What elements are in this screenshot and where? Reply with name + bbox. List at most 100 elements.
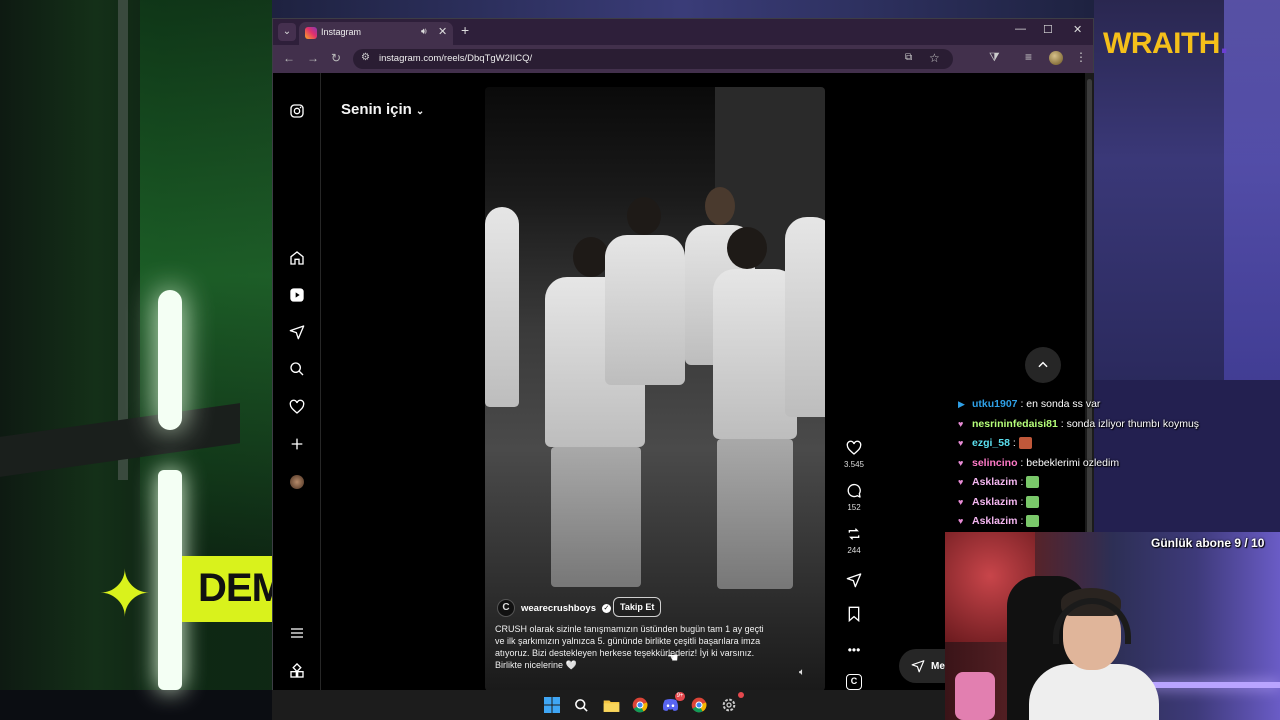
close-window-button[interactable]: ✕ xyxy=(1073,23,1082,36)
menu-kebab-icon[interactable]: ⋮ xyxy=(1075,50,1087,64)
chat-username[interactable]: ezgi_58 xyxy=(972,437,1010,449)
more-menu-icon[interactable] xyxy=(285,621,309,645)
light-tube xyxy=(158,290,182,430)
chat-badge-icon: ♥ xyxy=(958,496,964,507)
install-app-icon[interactable]: ⧉ xyxy=(905,52,912,63)
author-avatar[interactable]: C xyxy=(497,599,515,617)
reel-caption[interactable]: CRUSH olarak sizinle tanışmamızın üstünd… xyxy=(495,623,775,671)
tab-search-dropdown[interactable]: ⌄ xyxy=(278,23,296,41)
forward-button[interactable]: → xyxy=(307,51,319,65)
chat-username[interactable]: utku1907 xyxy=(972,398,1018,410)
share-icon[interactable] xyxy=(839,571,869,589)
also-from-meta-icon[interactable] xyxy=(285,659,309,683)
chat-text: bebeklerimi ozledim xyxy=(1026,456,1120,469)
close-tab-icon[interactable]: ✕ xyxy=(438,25,447,38)
share-action[interactable] xyxy=(839,571,869,589)
audio-toggle-icon[interactable]: 🔈︎ xyxy=(799,667,805,678)
profile-avatar-icon[interactable] xyxy=(285,470,309,494)
chat-badge-icon: ♥ xyxy=(958,438,964,448)
new-tab-button[interactable]: + xyxy=(461,22,469,38)
reel-video[interactable]: C wearecrushboys ✓ Takip Et CRUSH olarak… xyxy=(485,87,825,691)
reading-list-icon[interactable]: ≡ xyxy=(1025,50,1032,64)
reels-icon[interactable] xyxy=(285,283,309,307)
chat-badge-icon: ♥ xyxy=(958,457,964,468)
tab-title: Instagram xyxy=(321,27,362,37)
streamer-torso xyxy=(1029,664,1159,720)
bookmark-star-icon[interactable]: ☆ xyxy=(929,51,940,65)
chat-emote-icon xyxy=(1026,476,1040,489)
chat-badge-icon: ▶ xyxy=(958,399,965,409)
url-text[interactable]: instagram.com/reels/DbqTgW2IICQ/ xyxy=(379,53,532,64)
repost-action[interactable]: 244 xyxy=(839,525,869,555)
author-username[interactable]: wearecrushboys xyxy=(521,603,596,614)
save-action[interactable] xyxy=(839,605,869,623)
create-plus-icon[interactable] xyxy=(285,432,309,456)
follow-button[interactable]: Takip Et xyxy=(613,597,662,617)
brand-logo: WRAITH. xyxy=(1103,27,1228,60)
discord-icon[interactable]: 9+ xyxy=(660,692,685,715)
video-figure xyxy=(785,217,825,417)
banner-text: DEMİ xyxy=(182,556,272,622)
back-button[interactable]: ← xyxy=(283,51,295,65)
desk-figurine xyxy=(955,672,995,720)
audio-thumbnail[interactable]: C xyxy=(839,673,869,691)
chat-text: en sonda ss var xyxy=(1026,398,1101,410)
instagram-sidebar xyxy=(273,73,321,691)
chat-badge-icon: ♥ xyxy=(958,516,964,526)
heart-icon[interactable] xyxy=(839,439,869,457)
file-explorer-icon[interactable] xyxy=(601,695,621,715)
minimize-button[interactable]: — xyxy=(1015,23,1026,35)
chat-emote-icon xyxy=(1026,495,1040,508)
heart-icon[interactable] xyxy=(285,395,309,419)
chat-username[interactable]: Asklazim xyxy=(972,515,1018,527)
tab-instagram[interactable]: Instagram 🔊︎ ✕ xyxy=(299,22,453,45)
previous-reel-button[interactable] xyxy=(1025,347,1061,383)
chrome-profile-icon[interactable] xyxy=(689,695,709,715)
mouse-cursor: ☚ xyxy=(667,650,679,665)
chevron-down-icon: ⌄ xyxy=(415,106,425,117)
chat-separator: : xyxy=(1057,417,1067,430)
taskbar-search-icon[interactable] xyxy=(571,695,591,715)
chat-username[interactable]: Asklazim xyxy=(972,476,1018,488)
messages-icon xyxy=(911,660,925,673)
profile-avatar[interactable] xyxy=(1049,51,1063,65)
messages-icon[interactable] xyxy=(285,320,309,344)
reel-author[interactable]: C wearecrushboys ✓ xyxy=(497,599,611,617)
chat-badge-icon: ♥ xyxy=(958,477,964,487)
home-icon[interactable] xyxy=(285,246,309,270)
settings-gear-icon[interactable] xyxy=(719,692,744,715)
chrome-icon[interactable] xyxy=(630,695,650,715)
instagram-logo-icon[interactable] xyxy=(285,99,309,123)
led-strip xyxy=(1145,682,1280,688)
reload-button[interactable]: ↻ xyxy=(331,51,341,65)
subscriber-goal: Günlük abone 9 / 10 xyxy=(1151,536,1265,550)
site-info-icon[interactable]: ⚙︎ xyxy=(361,52,370,63)
comment-icon[interactable] xyxy=(839,482,869,500)
chat-badge-icon: ♥ xyxy=(958,418,964,429)
chat-separator: : xyxy=(1017,476,1027,488)
windows-start-icon[interactable] xyxy=(542,695,562,715)
chat-message: ♥ Asklazim : xyxy=(958,496,1278,516)
tab-bar: ⌄ Instagram 🔊︎ ✕ + — ☐ ✕ xyxy=(273,19,1093,45)
stream-chat: ▶ utku1907 : en sonda ss var ♥ nesrininfeda… xyxy=(958,398,1278,535)
comment-action[interactable]: 152 xyxy=(839,482,869,512)
speaker-icon[interactable]: 🔊︎ xyxy=(421,26,427,37)
chat-message: ♥ nesrininfedaisi81 : sonda izliyor thumb… xyxy=(958,418,1278,438)
chat-separator: : xyxy=(1017,515,1027,527)
chat-emote-icon xyxy=(1026,515,1040,528)
feed-selector[interactable]: Senin için ⌄ xyxy=(341,101,424,118)
extensions-icon[interactable]: ⧩ xyxy=(989,50,1000,65)
search-icon[interactable] xyxy=(285,357,309,381)
address-bar[interactable]: ⚙︎ instagram.com/reels/DbqTgW2IICQ/ ⧉ ☆ xyxy=(353,49,953,69)
maximize-button[interactable]: ☐ xyxy=(1043,23,1053,36)
chat-username[interactable]: selincino xyxy=(972,457,1018,469)
more-options-icon[interactable]: ••• xyxy=(839,641,869,659)
light-tube-lower xyxy=(158,470,182,690)
webcam-feed xyxy=(945,532,1280,720)
repost-icon[interactable] xyxy=(839,525,869,543)
video-figure xyxy=(605,197,685,385)
like-action[interactable]: 3.545 xyxy=(839,439,869,469)
chat-username[interactable]: Asklazim xyxy=(972,496,1018,508)
bookmark-icon[interactable] xyxy=(839,605,869,623)
chat-username[interactable]: nesrininfedaisi81 xyxy=(972,418,1058,430)
